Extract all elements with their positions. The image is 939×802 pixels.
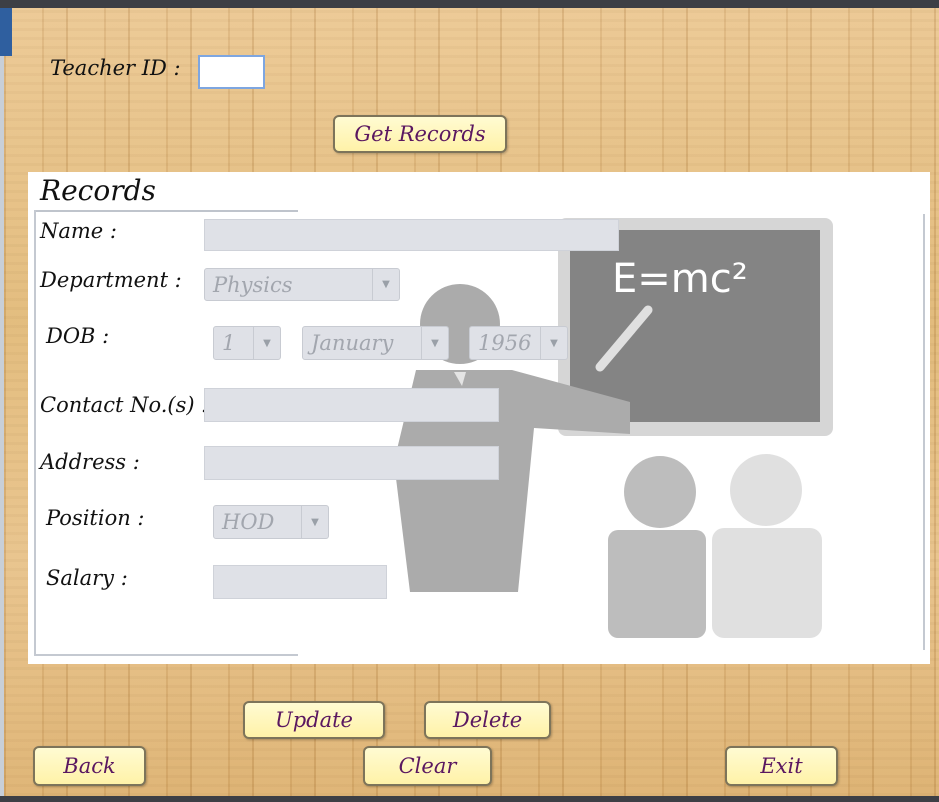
clear-button[interactable]: Clear (363, 746, 492, 786)
student-right-head (730, 454, 802, 526)
position-select[interactable]: HOD ▼ (213, 505, 329, 539)
back-button[interactable]: Back (33, 746, 146, 786)
salary-label: Salary : (46, 566, 128, 590)
address-field[interactable] (204, 446, 499, 480)
chevron-down-icon[interactable]: ▼ (253, 327, 280, 359)
dob-label: DOB : (46, 324, 110, 348)
window-top-bar (0, 0, 939, 8)
dob-year-value: 1956 (478, 331, 532, 355)
chevron-down-icon[interactable]: ▼ (372, 269, 399, 300)
student-left-head (624, 456, 696, 528)
teacher-illustration: E=mc² (394, 218, 833, 638)
contact-label: Contact No.(s) : (40, 393, 209, 417)
teacher-id-label: Teacher ID : (50, 56, 181, 80)
blackboard-formula: E=mc² (612, 256, 748, 302)
exit-button[interactable]: Exit (725, 746, 838, 786)
student-left-body (608, 530, 706, 638)
records-frame-right (923, 214, 925, 650)
chevron-down-icon[interactable]: ▼ (540, 327, 567, 359)
dob-month-select[interactable]: January ▼ (302, 326, 449, 360)
chevron-down-icon[interactable]: ▼ (421, 327, 448, 359)
records-panel: Records E=mc² Name : Department : Physic… (28, 172, 930, 664)
name-label: Name : (40, 219, 117, 243)
update-button[interactable]: Update (243, 701, 385, 739)
get-records-button[interactable]: Get Records (333, 115, 507, 153)
dob-day-value: 1 (222, 331, 236, 355)
records-frame-bottom (34, 654, 298, 656)
records-frame-top (34, 210, 298, 212)
chevron-down-icon[interactable]: ▼ (301, 506, 328, 538)
student-right-body (712, 528, 822, 638)
department-select[interactable]: Physics ▼ (204, 268, 400, 301)
position-value: HOD (222, 510, 275, 534)
records-frame-left (34, 210, 36, 654)
window-bottom-bar (0, 796, 939, 802)
department-label: Department : (40, 268, 182, 292)
teacher-id-input[interactable] (198, 55, 265, 89)
records-title: Records (40, 174, 156, 207)
dob-day-select[interactable]: 1 ▼ (213, 326, 281, 360)
window-left-accent (0, 8, 12, 56)
address-label: Address : (40, 450, 140, 474)
dob-year-select[interactable]: 1956 ▼ (469, 326, 568, 360)
department-value: Physics (213, 272, 293, 297)
position-label: Position : (46, 506, 145, 530)
salary-field[interactable] (213, 565, 387, 599)
name-field[interactable] (204, 219, 619, 251)
contact-field[interactable] (204, 388, 499, 422)
delete-button[interactable]: Delete (424, 701, 551, 739)
dob-month-value: January (311, 331, 394, 355)
window-left-edge (0, 56, 4, 802)
